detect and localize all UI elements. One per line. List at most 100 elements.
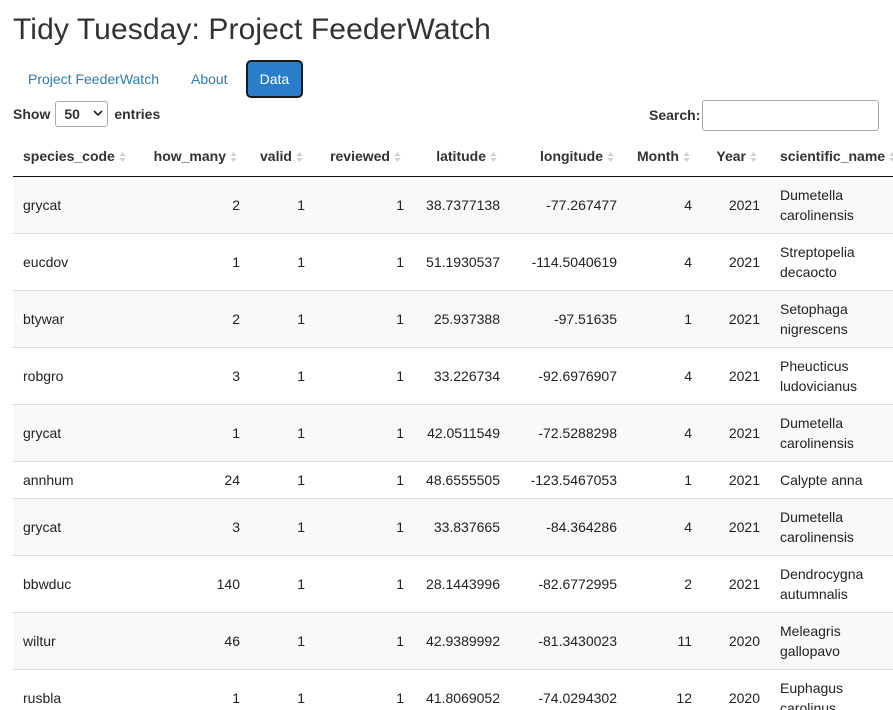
cell-latitude: 42.9389992: [414, 611, 510, 669]
column-header-label: valid: [260, 148, 292, 165]
cell-how-many: 2: [140, 289, 250, 347]
cell-year: 2021: [702, 554, 770, 612]
column-header-label: species_code: [23, 148, 115, 165]
cell-reviewed: 1: [315, 346, 414, 404]
cell-year: 2021: [702, 460, 770, 498]
cell-scientific-name: Setophaga nigrescens: [770, 289, 893, 347]
column-header-label: Month: [637, 148, 679, 165]
cell-valid: 1: [250, 289, 315, 347]
cell-species-code: annhum: [13, 460, 140, 498]
table-body: grycat 2 1 1 38.7377138 -77.267477 4 2021 Dumete…: [13, 175, 893, 710]
cell-how-many: 1: [140, 403, 250, 461]
cell-reviewed: 1: [315, 611, 414, 669]
column-header-longitude[interactable]: longitude: [510, 137, 627, 177]
column-header-latitude[interactable]: latitude: [414, 137, 510, 177]
cell-how-many: 46: [140, 611, 250, 669]
table-row[interactable]: rusbla 1 1 1 41.8069052 -74.0294302 12 2020 Euph…: [13, 668, 893, 710]
table-row[interactable]: grycat 3 1 1 33.837665 -84.364286 4 2021 Dumetel…: [13, 497, 893, 555]
tab-data[interactable]: Data: [245, 60, 304, 98]
column-header-how-many[interactable]: how_many: [140, 137, 250, 177]
cell-month: 4: [627, 175, 702, 233]
cell-species-code: grycat: [13, 403, 140, 461]
table-header-row: species_code how_many valid reviewed latitud…: [13, 137, 893, 177]
column-header-label: how_many: [153, 148, 226, 165]
cell-scientific-name: Calypte anna: [770, 460, 893, 498]
cell-valid: 1: [250, 175, 315, 233]
table-row[interactable]: btywar 2 1 1 25.937388 -97.51635 1 2021 Setophag…: [13, 289, 893, 347]
cell-species-code: bbwduc: [13, 554, 140, 612]
cell-year: 2021: [702, 232, 770, 290]
table-row[interactable]: bbwduc 140 1 1 28.1443996 -82.6772995 2 2021 Den…: [13, 554, 893, 612]
table-row[interactable]: grycat 1 1 1 42.0511549 -72.5288298 4 2021 Dumet…: [13, 403, 893, 461]
tab-about[interactable]: About: [177, 60, 242, 98]
cell-species-code: btywar: [13, 289, 140, 347]
cell-month: 11: [627, 611, 702, 669]
cell-year: 2020: [702, 668, 770, 710]
cell-valid: 1: [250, 497, 315, 555]
sort-arrows-icon: [889, 150, 893, 164]
column-header-label: reviewed: [330, 148, 390, 165]
cell-scientific-name: Pheucticus ludovicianus: [770, 346, 893, 404]
cell-longitude: -81.3430023: [510, 611, 627, 669]
cell-month: 1: [627, 460, 702, 498]
sort-arrows-icon: [119, 150, 127, 164]
column-header-year[interactable]: Year: [702, 137, 770, 177]
cell-latitude: 51.1930537: [414, 232, 510, 290]
cell-scientific-name: Streptopelia decaocto: [770, 232, 893, 290]
cell-reviewed: 1: [315, 403, 414, 461]
cell-reviewed: 1: [315, 460, 414, 498]
sort-arrows-icon: [394, 150, 402, 164]
cell-how-many: 24: [140, 460, 250, 498]
cell-latitude: 28.1443996: [414, 554, 510, 612]
cell-valid: 1: [250, 554, 315, 612]
cell-scientific-name: Dumetella carolinensis: [770, 175, 893, 233]
column-header-label: scientific_name: [780, 148, 886, 165]
table-row[interactable]: eucdov 1 1 1 51.1930537 -114.5040619 4 2021 Stre…: [13, 232, 893, 290]
cell-valid: 1: [250, 232, 315, 290]
cell-species-code: grycat: [13, 497, 140, 555]
cell-reviewed: 1: [315, 554, 414, 612]
cell-scientific-name: Dumetella carolinensis: [770, 403, 893, 461]
table-row[interactable]: annhum 24 1 1 48.6555505 -123.5467053 1 2021 Cal…: [13, 460, 893, 498]
cell-month: 12: [627, 668, 702, 710]
table-row[interactable]: wiltur 46 1 1 42.9389992 -81.3430023 11 2020 Mel…: [13, 611, 893, 669]
table-row[interactable]: robgro 3 1 1 33.226734 -92.6976907 4 2021 Pheuct…: [13, 346, 893, 404]
cell-scientific-name: Dumetella carolinensis: [770, 497, 893, 555]
cell-how-many: 140: [140, 554, 250, 612]
cell-longitude: -77.267477: [510, 175, 627, 233]
cell-year: 2021: [702, 346, 770, 404]
tab-project-feederwatch[interactable]: Project FeederWatch: [14, 60, 173, 98]
table-row[interactable]: grycat 2 1 1 38.7377138 -77.267477 4 2021 Dumete…: [13, 175, 893, 233]
column-header-valid[interactable]: valid: [250, 137, 315, 177]
column-header-scientific-name[interactable]: scientific_name: [770, 137, 893, 177]
cell-how-many: 3: [140, 346, 250, 404]
cell-how-many: 3: [140, 497, 250, 555]
page-length-select[interactable]: 50: [55, 101, 109, 127]
page-length-control: Show 50 entries: [13, 100, 160, 128]
cell-species-code: grycat: [13, 175, 140, 233]
cell-longitude: -74.0294302: [510, 668, 627, 710]
cell-longitude: -84.364286: [510, 497, 627, 555]
page-title: Tidy Tuesday: Project FeederWatch: [13, 13, 491, 46]
column-header-species-code[interactable]: species_code: [13, 137, 140, 177]
search-input[interactable]: [702, 99, 880, 131]
sort-arrows-icon: [750, 150, 758, 164]
column-header-month[interactable]: Month: [627, 137, 702, 177]
chevron-down-icon: [93, 109, 103, 119]
cell-latitude: 33.226734: [414, 346, 510, 404]
cell-species-code: rusbla: [13, 668, 140, 710]
page: Tidy Tuesday: Project FeederWatch Projec…: [0, 0, 893, 710]
cell-month: 2: [627, 554, 702, 612]
tab-bar: Project FeederWatch About Data: [14, 60, 307, 98]
cell-valid: 1: [250, 668, 315, 710]
search-label: Search:: [649, 107, 701, 123]
cell-latitude: 41.8069052: [414, 668, 510, 710]
cell-reviewed: 1: [315, 668, 414, 710]
cell-longitude: -82.6772995: [510, 554, 627, 612]
cell-year: 2020: [702, 611, 770, 669]
cell-month: 4: [627, 403, 702, 461]
cell-month: 4: [627, 497, 702, 555]
sort-arrows-icon: [490, 150, 498, 164]
column-header-reviewed[interactable]: reviewed: [315, 137, 414, 177]
cell-species-code: robgro: [13, 346, 140, 404]
